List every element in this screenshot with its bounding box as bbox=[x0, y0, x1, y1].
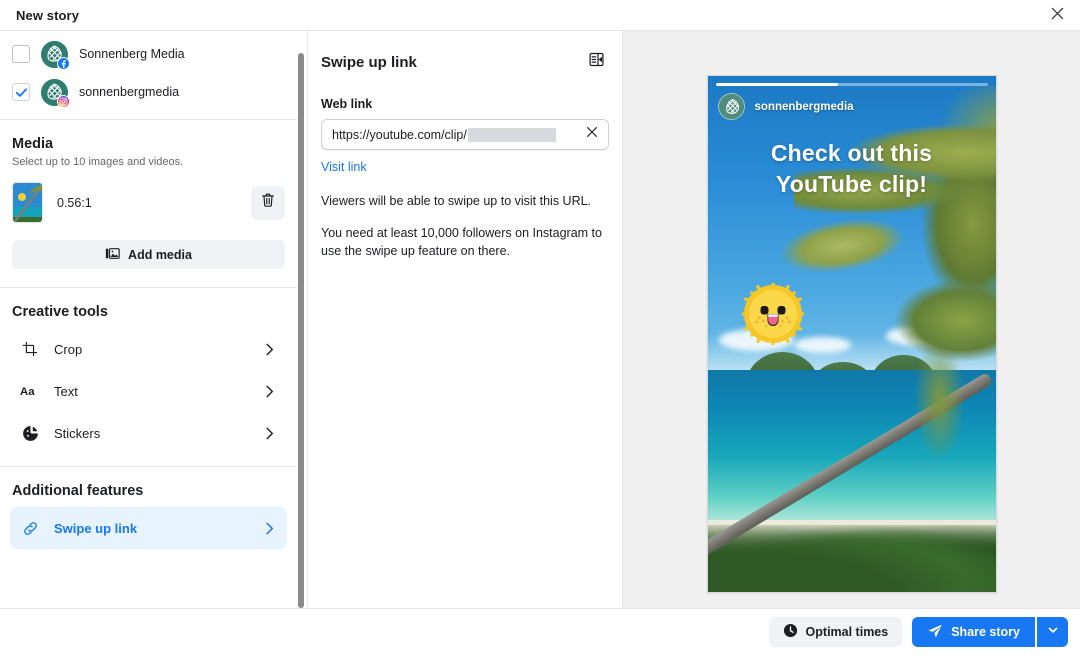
tool-label: Crop bbox=[54, 341, 83, 357]
dialog-body: Sonnenberg Media sonnenbergmedia Media S… bbox=[0, 31, 1080, 608]
dialog-title: New story bbox=[16, 7, 80, 23]
optimal-times-label: Optimal times bbox=[805, 625, 889, 639]
scrollbar-thumb[interactable] bbox=[298, 53, 304, 608]
new-story-dialog: New story Sonnenberg Media sonnenbergmed… bbox=[0, 0, 1080, 655]
web-link-value: https://youtube.com/clip/ bbox=[332, 127, 467, 142]
trash-icon bbox=[260, 192, 276, 213]
story-username: sonnenbergmedia bbox=[754, 100, 854, 113]
feature-label: Swipe up link bbox=[54, 520, 138, 536]
story-avatar bbox=[717, 93, 745, 120]
web-link-value-wrapper: https://youtube.com/clip/ bbox=[332, 127, 580, 142]
send-icon bbox=[927, 623, 943, 642]
close-dialog-button[interactable] bbox=[1044, 3, 1070, 29]
story-user-header: sonnenbergmedia bbox=[717, 93, 854, 120]
add-media-button[interactable]: Add media bbox=[12, 240, 285, 269]
optimal-times-button[interactable]: Optimal times bbox=[768, 617, 903, 647]
media-section-subtitle: Select up to 10 images and videos. bbox=[12, 156, 184, 168]
media-thumbnail[interactable] bbox=[12, 182, 43, 223]
chevron-right-icon bbox=[262, 342, 277, 357]
account-row-facebook[interactable]: Sonnenberg Media bbox=[0, 35, 297, 73]
link-icon bbox=[20, 520, 40, 537]
web-link-input[interactable]: https://youtube.com/clip/ bbox=[321, 119, 609, 150]
account-name: Sonnenberg Media bbox=[79, 47, 185, 61]
close-icon bbox=[1050, 6, 1065, 26]
web-link-label: Web link bbox=[321, 97, 373, 111]
media-section-title: Media bbox=[12, 136, 54, 152]
avatar bbox=[41, 40, 70, 70]
left-panel: Sonnenberg Media sonnenbergmedia Media S… bbox=[0, 31, 308, 608]
crop-icon bbox=[20, 341, 40, 357]
share-options-dropdown-button[interactable] bbox=[1037, 617, 1068, 647]
chevron-down-icon bbox=[1047, 623, 1059, 641]
add-media-label: Add media bbox=[128, 247, 192, 262]
creative-tools-title: Creative tools bbox=[12, 304, 108, 320]
panel-layout-toggle-button[interactable] bbox=[583, 49, 609, 75]
media-aspect-ratio: 0.56:1 bbox=[57, 195, 92, 210]
detail-panel: Swipe up link Web link https://youtube.c… bbox=[308, 31, 623, 608]
tool-row-stickers[interactable]: Stickers bbox=[10, 412, 287, 454]
account-row-instagram[interactable]: sonnenbergmedia bbox=[0, 73, 297, 111]
facebook-badge-icon bbox=[57, 56, 70, 70]
svg-text:Aa: Aa bbox=[20, 386, 35, 398]
media-item-row: 0.56:1 bbox=[12, 182, 285, 223]
creative-tools-section: Creative tools Crop Aa Text Stickers bbox=[0, 288, 297, 466]
story-overlay: sonnenbergmedia Check out this YouTube c… bbox=[708, 76, 996, 592]
share-story-button[interactable]: Share story bbox=[912, 617, 1035, 647]
account-list: Sonnenberg Media sonnenbergmedia bbox=[0, 31, 297, 119]
detail-panel-title: Swipe up link bbox=[321, 53, 417, 71]
dialog-titlebar: New story bbox=[0, 0, 1080, 31]
helper-text-swipe: Viewers will be able to swipe up to visi… bbox=[321, 194, 592, 208]
clock-icon bbox=[783, 623, 798, 641]
story-progress-fill bbox=[715, 83, 838, 86]
visit-link[interactable]: Visit link bbox=[321, 160, 367, 174]
story-preview: sonnenbergmedia Check out this YouTube c… bbox=[706, 75, 997, 593]
story-caption-line-2: YouTube clip! bbox=[775, 171, 928, 197]
avatar bbox=[41, 78, 70, 108]
close-icon bbox=[585, 125, 599, 144]
account-checkbox-instagram[interactable] bbox=[12, 83, 30, 101]
story-caption: Check out this YouTube clip! bbox=[708, 138, 996, 200]
creative-tools-list: Crop Aa Text Stickers bbox=[0, 320, 297, 466]
chevron-right-icon bbox=[262, 521, 277, 536]
detail-panel-header: Swipe up link bbox=[321, 31, 609, 75]
delete-media-button[interactable] bbox=[251, 185, 285, 220]
preview-panel: sonnenbergmedia Check out this YouTube c… bbox=[623, 31, 1080, 608]
helper-text-followers: You need at least 10,000 followers on In… bbox=[321, 226, 602, 258]
account-name: sonnenbergmedia bbox=[79, 85, 180, 99]
tool-label: Stickers bbox=[54, 425, 101, 441]
additional-features-section: Additional features Swipe up link bbox=[0, 467, 297, 561]
account-checkbox-facebook[interactable] bbox=[12, 45, 30, 63]
checkmark-icon bbox=[15, 86, 28, 99]
share-story-label: Share story bbox=[951, 625, 1020, 639]
chevron-right-icon bbox=[262, 426, 277, 441]
panel-layout-icon bbox=[588, 51, 605, 73]
chevron-right-icon bbox=[262, 384, 277, 399]
left-panel-scrollbar[interactable] bbox=[297, 31, 306, 608]
additional-features-title: Additional features bbox=[12, 483, 144, 499]
image-icon bbox=[105, 246, 120, 264]
redacted-url-segment bbox=[467, 127, 556, 142]
sticker-icon bbox=[20, 425, 40, 442]
share-story-group: Share story bbox=[912, 617, 1068, 647]
tool-label: Text bbox=[54, 383, 78, 399]
instagram-badge-icon bbox=[57, 94, 70, 108]
tool-row-crop[interactable]: Crop bbox=[10, 328, 287, 370]
additional-features-list: Swipe up link bbox=[0, 499, 297, 561]
feature-row-swipe-up-link[interactable]: Swipe up link bbox=[10, 507, 287, 549]
sun-sticker bbox=[740, 282, 805, 346]
left-panel-scroll: Sonnenberg Media sonnenbergmedia Media S… bbox=[0, 31, 307, 608]
tool-row-text[interactable]: Aa Text bbox=[10, 370, 287, 412]
clear-web-link-button[interactable] bbox=[580, 123, 604, 147]
story-caption-line-1: Check out this bbox=[770, 140, 933, 166]
media-section: Media Select up to 10 images and videos. bbox=[0, 120, 297, 269]
text-icon: Aa bbox=[20, 384, 40, 398]
story-progress-bar bbox=[715, 83, 988, 86]
dialog-footer: Optimal times Share story bbox=[0, 608, 1080, 655]
